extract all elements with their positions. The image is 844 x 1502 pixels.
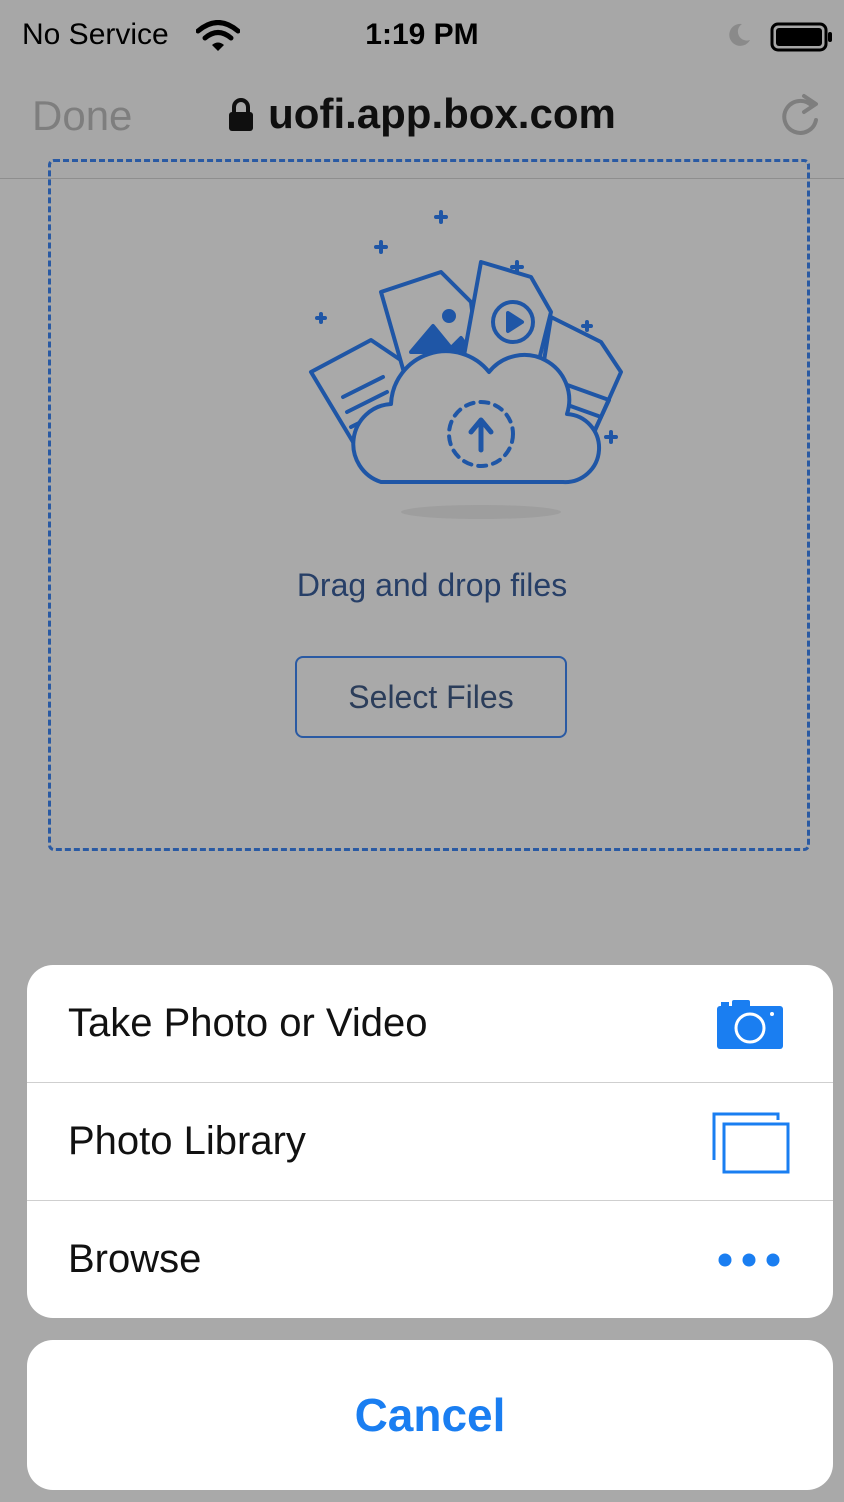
clock-time: 1:19 PM [365,18,479,51]
browse-label: Browse [68,1237,202,1281]
url-display[interactable]: uofi.app.box.com [0,90,844,142]
photo-library-option[interactable]: Photo Library [27,1083,833,1200]
action-sheet: Take Photo or Video Photo Library Browse [27,965,833,1318]
battery-icon [770,22,834,57]
do-not-disturb-icon [726,22,752,53]
select-files-button[interactable]: Select Files [295,656,567,738]
lock-icon [228,94,254,142]
drag-drop-text: Drag and drop files [296,567,568,603]
photo-library-label: Photo Library [68,1119,306,1163]
cancel-label: Cancel [354,1389,506,1441]
cloud-upload-illustration [252,192,661,537]
take-photo-label: Take Photo or Video [68,1001,428,1045]
more-dots-icon [717,1252,781,1273]
camera-icon [716,998,784,1055]
upload-dropzone[interactable]: Drag and drop files Select Files [48,159,810,851]
photo-library-icon [712,1112,790,1179]
take-photo-option[interactable]: Take Photo or Video [27,965,833,1082]
status-bar: No Service 1:19 PM [0,0,844,72]
browse-option[interactable]: Browse [27,1201,833,1318]
reload-icon[interactable] [778,92,822,145]
cancel-button[interactable]: Cancel [27,1340,833,1490]
url-text: uofi.app.box.com [268,90,616,137]
